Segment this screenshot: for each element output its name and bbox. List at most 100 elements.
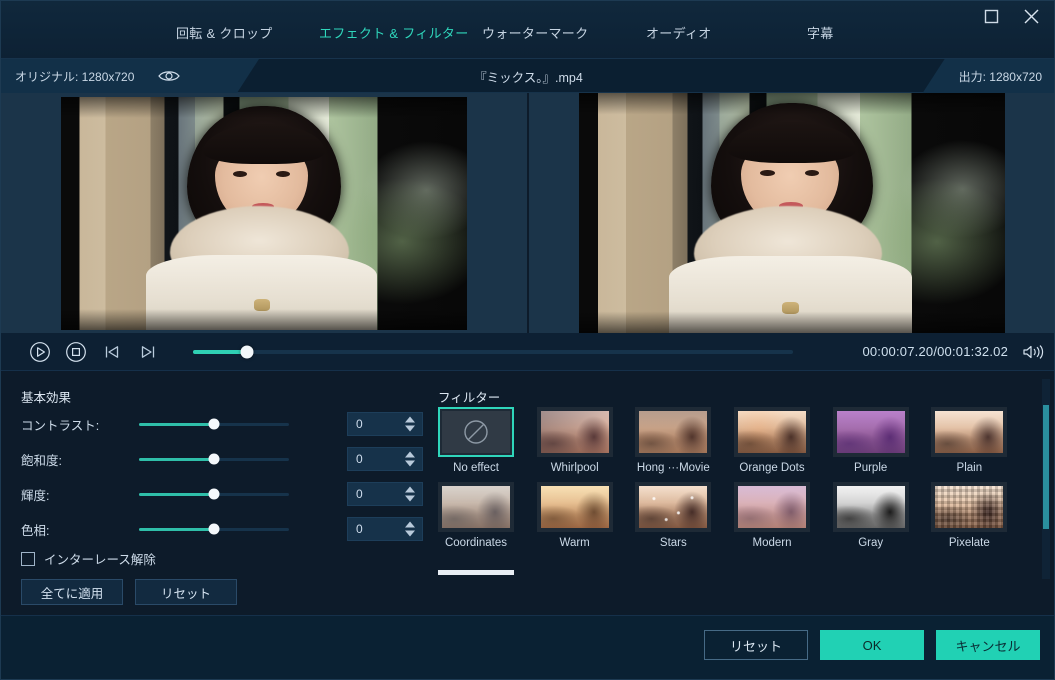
saturation-label: 飽和度: (21, 453, 62, 468)
eye-icon[interactable] (158, 69, 180, 83)
filter-thumbnail (536, 482, 613, 532)
filter-item-gray[interactable]: Gray (832, 482, 909, 549)
footer-buttons: リセット OK キャンセル (704, 630, 1040, 660)
filter-item-warm[interactable]: Warm (536, 482, 613, 549)
contrast-label: コントラスト: (21, 418, 100, 433)
volume-icon[interactable] (1022, 344, 1044, 360)
stop-icon[interactable] (61, 337, 91, 367)
filter-scrollbar-thumb[interactable] (1043, 405, 1049, 529)
output-letterbox (579, 93, 1006, 333)
filter-thumbnail (832, 407, 909, 457)
preview-original (1, 93, 529, 333)
saturation-slider-fill (139, 457, 214, 461)
brightness-slider[interactable] (139, 488, 289, 500)
filter-thumbnail (438, 407, 514, 457)
spinner-down-icon[interactable] (405, 495, 415, 502)
filter-item-hong-movie[interactable]: Hong ···Movie (635, 407, 712, 474)
tab-audio[interactable]: オーディオ (646, 23, 712, 42)
filter-item-modern[interactable]: Modern (733, 482, 810, 549)
play-icon[interactable] (25, 337, 55, 367)
no-effect-icon (442, 411, 510, 453)
brightness-spinner-arrows[interactable] (405, 486, 415, 502)
saturation-spinner-arrows[interactable] (405, 451, 415, 467)
apply-to-all-button[interactable]: 全てに適用 (21, 579, 123, 605)
close-button[interactable] (1016, 3, 1046, 29)
dialog-footer: リセット OK キャンセル (1, 615, 1054, 679)
filter-preview-image (540, 486, 609, 528)
filter-preview-image (935, 486, 1004, 528)
hue-row: 色相: 0 (21, 516, 423, 542)
filter-item-whirlpool[interactable]: Whirlpool (536, 407, 613, 474)
hue-spinner-arrows[interactable] (405, 521, 415, 537)
filter-item-orange-dots[interactable]: Orange Dots (733, 407, 810, 474)
cancel-button[interactable]: キャンセル (936, 630, 1040, 660)
playback-toolbar: 00:00:07.20/00:01:32.02 (1, 333, 1054, 371)
filter-horizontal-scroll-indicator[interactable] (438, 570, 514, 575)
tab-watermark[interactable]: ウォーターマーク (482, 23, 588, 42)
filter-thumbnail (536, 407, 613, 457)
info-bar: 『ミックス。』.mp4 オリジナル: 1280x720 出力: 1280x720 (1, 59, 1054, 93)
spinner-up-icon[interactable] (405, 451, 415, 458)
filter-item-no-effect[interactable]: No effect (438, 407, 514, 474)
spinner-up-icon[interactable] (405, 486, 415, 493)
tab-rotate-crop[interactable]: 回転 & クロップ (176, 23, 273, 42)
hue-slider-handle[interactable] (208, 523, 220, 535)
settings-area: 基本効果 コントラスト: 0 飽和度: 0 輝度: 0 色相: 0 インターレー… (1, 371, 1054, 616)
filter-thumbnail (635, 482, 712, 532)
filter-item-plain[interactable]: Plain (931, 407, 1008, 474)
maximize-button[interactable] (976, 3, 1006, 29)
filter-thumbnail (635, 407, 712, 457)
saturation-value: 0 (356, 452, 363, 466)
brightness-value: 0 (356, 487, 363, 501)
brightness-slider-handle[interactable] (208, 488, 220, 500)
reset-button[interactable]: リセット (704, 630, 808, 660)
filter-label: Purple (854, 462, 888, 474)
reset-basic-button[interactable]: リセット (135, 579, 237, 605)
ok-button[interactable]: OK (820, 630, 924, 660)
contrast-slider-handle[interactable] (208, 418, 220, 430)
deinterlace-checkbox-row[interactable]: インターレース解除 (21, 549, 156, 568)
filter-label: Stars (659, 537, 687, 549)
filter-preview-image (737, 486, 806, 528)
preview-area (1, 93, 1054, 333)
seek-handle[interactable] (240, 345, 254, 358)
spinner-down-icon[interactable] (405, 460, 415, 467)
spinner-up-icon[interactable] (405, 416, 415, 423)
deinterlace-checkbox[interactable] (21, 551, 35, 566)
contrast-slider[interactable] (139, 418, 289, 430)
seek-slider[interactable] (193, 345, 793, 358)
filter-thumbnail (931, 407, 1008, 457)
spinner-down-icon[interactable] (405, 425, 415, 432)
contrast-spinner[interactable]: 0 (347, 412, 423, 436)
filter-thumbnail (733, 407, 810, 457)
hue-slider[interactable] (139, 523, 289, 535)
filter-thumbnail (438, 482, 514, 532)
brightness-spinner[interactable]: 0 (347, 482, 423, 506)
filter-item-stars[interactable]: Stars (635, 482, 712, 549)
timecode-display: 00:00:07.20/00:01:32.02 (862, 344, 1008, 359)
saturation-slider[interactable] (139, 453, 289, 465)
hue-spinner[interactable]: 0 (347, 517, 423, 541)
brightness-slider-fill (139, 492, 214, 496)
saturation-spinner[interactable]: 0 (347, 447, 423, 471)
previous-frame-icon[interactable] (97, 337, 127, 367)
seek-progress-fill (193, 349, 247, 354)
hue-label: 色相: (21, 523, 50, 538)
filter-item-coordinates[interactable]: Coordinates (438, 482, 514, 549)
original-resolution-chip: オリジナル: 1280x720 (1, 59, 259, 93)
spinner-up-icon[interactable] (405, 521, 415, 528)
filter-label: Orange Dots (739, 462, 805, 474)
tab-effects-filters[interactable]: エフェクト & フィルター (319, 23, 469, 42)
contrast-spinner-arrows[interactable] (405, 416, 415, 432)
filter-item-pixelate[interactable]: Pixelate (931, 482, 1008, 549)
output-resolution-label: 出力: 1280x720 (958, 69, 1042, 84)
filter-item-purple[interactable]: Purple (832, 407, 909, 474)
original-resolution-label: オリジナル: 1280x720 (15, 69, 135, 84)
tab-subtitle[interactable]: 字幕 (807, 23, 834, 42)
hue-value: 0 (356, 522, 363, 536)
filter-label: Coordinates (444, 537, 507, 549)
spinner-down-icon[interactable] (405, 530, 415, 537)
filter-scrollbar[interactable] (1042, 379, 1050, 579)
next-frame-icon[interactable] (133, 337, 163, 367)
saturation-slider-handle[interactable] (208, 453, 220, 465)
